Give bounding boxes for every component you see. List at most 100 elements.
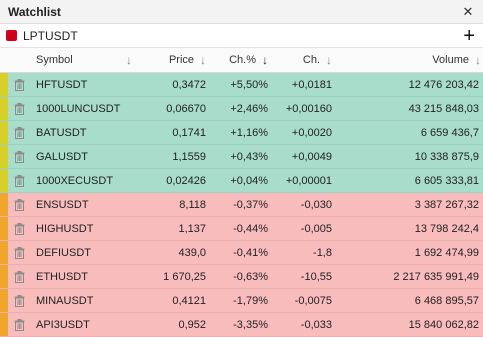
column-header-price-label: Price xyxy=(168,54,194,66)
row-volume: 3 387 267,32 xyxy=(414,198,479,211)
row-symbol: DEFIUSDT xyxy=(36,246,91,259)
delete-row-button[interactable] xyxy=(8,97,34,120)
trash-icon[interactable] xyxy=(14,318,25,331)
row-flag-marker xyxy=(0,169,8,192)
row-volume: 43 215 848,03 xyxy=(408,102,479,115)
trash-icon[interactable] xyxy=(14,174,25,187)
sort-arrow-icon[interactable]: ↓ xyxy=(126,53,132,67)
flag-column-header xyxy=(0,48,8,72)
trash-icon[interactable] xyxy=(14,150,25,163)
trash-icon[interactable] xyxy=(14,294,25,307)
row-price: 8,118 xyxy=(179,198,206,211)
row-change-pct: -1,79% xyxy=(233,294,268,307)
row-price: 1 670,25 xyxy=(163,270,206,283)
row-change-pct: -3,35% xyxy=(233,318,268,331)
plus-icon[interactable]: + xyxy=(463,26,475,46)
column-header-change-label: Ch. xyxy=(302,54,320,66)
row-volume: 6 605 333,81 xyxy=(414,174,479,187)
table-row[interactable]: API3USDT 0,952 -3,35% -0,033 15 840 062,82 xyxy=(0,313,483,337)
row-flag-marker xyxy=(0,265,8,288)
row-price: 439,0 xyxy=(178,246,206,259)
sort-arrow-active-icon[interactable]: ↓ xyxy=(262,53,268,67)
trash-icon[interactable] xyxy=(14,270,25,283)
delete-row-button[interactable] xyxy=(8,313,34,336)
row-change-pct: -0,37% xyxy=(233,198,268,211)
column-header-symbol[interactable]: Symbol ↓ xyxy=(34,48,136,72)
row-volume: 1 692 474,99 xyxy=(414,246,479,259)
row-change: -0,005 xyxy=(300,222,332,235)
delete-row-button[interactable] xyxy=(8,121,34,144)
delete-row-button[interactable] xyxy=(8,289,34,312)
trash-icon[interactable] xyxy=(14,126,25,139)
row-change-pct: -0,44% xyxy=(233,222,268,235)
row-symbol: 1000XECUSDT xyxy=(36,174,114,187)
row-change: -0,0075 xyxy=(294,294,332,307)
row-change-pct: +1,16% xyxy=(230,126,268,139)
table-row[interactable]: ENSUSDT 8,118 -0,37% -0,030 3 387 267,32 xyxy=(0,193,483,217)
trash-icon[interactable] xyxy=(14,198,25,211)
sort-arrow-icon[interactable]: ↓ xyxy=(326,53,332,67)
row-change: -1,8 xyxy=(313,246,332,259)
trash-icon[interactable] xyxy=(14,222,25,235)
column-header-volume[interactable]: Volume ↓ xyxy=(336,48,483,72)
table-row[interactable]: DEFIUSDT 439,0 -0,41% -1,8 1 692 474,99 xyxy=(0,241,483,265)
row-flag-marker xyxy=(0,313,8,336)
table-row[interactable]: HFTUSDT 0,3472 +5,50% +0,0181 12 476 203,42 xyxy=(0,73,483,97)
row-symbol: HIGHUSDT xyxy=(36,222,94,235)
watchlist-table-body: HFTUSDT 0,3472 +5,50% +0,0181 12 476 203,42 1… xyxy=(0,73,483,337)
table-row[interactable]: BATUSDT 0,1741 +1,16% +0,0020 6 659 436,7 xyxy=(0,121,483,145)
row-volume: 2 217 635 991,49 xyxy=(393,270,479,283)
delete-column-header xyxy=(8,48,34,72)
row-price: 0,02426 xyxy=(166,174,206,187)
row-flag-marker xyxy=(0,145,8,168)
row-volume: 6 659 436,7 xyxy=(420,126,479,139)
row-flag-marker xyxy=(0,193,8,216)
row-change: +0,0049 xyxy=(291,150,332,163)
row-symbol: API3USDT xyxy=(36,318,90,331)
row-symbol: 1000LUNCUSDT xyxy=(36,102,121,115)
table-row[interactable]: MINAUSDT 0,4121 -1,79% -0,0075 6 468 895,57 xyxy=(0,289,483,313)
row-change-pct: +2,46% xyxy=(230,102,268,115)
table-row[interactable]: 1000XECUSDT 0,02426 +0,04% +0,00001 6 605 33… xyxy=(0,169,483,193)
table-row[interactable]: GALUSDT 1,1559 +0,43% +0,0049 10 338 875,9 xyxy=(0,145,483,169)
sort-arrow-icon[interactable]: ↓ xyxy=(200,53,206,67)
table-row[interactable]: 1000LUNCUSDT 0,06670 +2,46% +0,00160 43 215 … xyxy=(0,97,483,121)
delete-row-button[interactable] xyxy=(8,145,34,168)
column-header-symbol-label: Symbol xyxy=(36,54,73,66)
delete-row-button[interactable] xyxy=(8,241,34,264)
trash-icon[interactable] xyxy=(14,78,25,91)
row-flag-marker xyxy=(0,73,8,96)
sort-arrow-icon[interactable]: ↓ xyxy=(475,53,481,67)
row-price: 0,3472 xyxy=(172,78,206,91)
table-header: Symbol ↓ Price ↓ Ch.% ↓ Ch. ↓ Volume ↓ xyxy=(0,48,483,73)
row-volume: 12 476 203,42 xyxy=(408,78,479,91)
trash-icon[interactable] xyxy=(14,102,25,115)
row-symbol: BATUSDT xyxy=(36,126,87,139)
column-header-price[interactable]: Price ↓ xyxy=(136,48,210,72)
row-change: -0,030 xyxy=(300,198,332,211)
list-selector[interactable]: LPTUSDT + xyxy=(0,24,483,48)
row-change: -10,55 xyxy=(300,270,332,283)
row-flag-marker xyxy=(0,217,8,240)
close-icon[interactable]: ✕ xyxy=(461,4,475,20)
delete-row-button[interactable] xyxy=(8,217,34,240)
row-price: 1,1559 xyxy=(172,150,206,163)
delete-row-button[interactable] xyxy=(8,73,34,96)
column-header-volume-label: Volume xyxy=(432,54,469,66)
list-name[interactable]: LPTUSDT xyxy=(23,29,463,43)
delete-row-button[interactable] xyxy=(8,193,34,216)
trash-icon[interactable] xyxy=(14,246,25,259)
row-symbol: HFTUSDT xyxy=(36,78,88,91)
table-row[interactable]: ETHUSDT 1 670,25 -0,63% -10,55 2 217 635 991… xyxy=(0,265,483,289)
column-header-change[interactable]: Ch. ↓ xyxy=(272,48,336,72)
row-change-pct: -0,41% xyxy=(233,246,268,259)
row-flag-marker xyxy=(0,241,8,264)
delete-row-button[interactable] xyxy=(8,169,34,192)
row-change-pct: -0,63% xyxy=(233,270,268,283)
column-header-change-pct[interactable]: Ch.% ↓ xyxy=(210,48,272,72)
row-volume: 13 798 242,4 xyxy=(414,222,479,235)
column-header-change-pct-label: Ch.% xyxy=(229,54,256,66)
table-row[interactable]: HIGHUSDT 1,137 -0,44% -0,005 13 798 242,4 xyxy=(0,217,483,241)
delete-row-button[interactable] xyxy=(8,265,34,288)
row-change-pct: +0,43% xyxy=(230,150,268,163)
